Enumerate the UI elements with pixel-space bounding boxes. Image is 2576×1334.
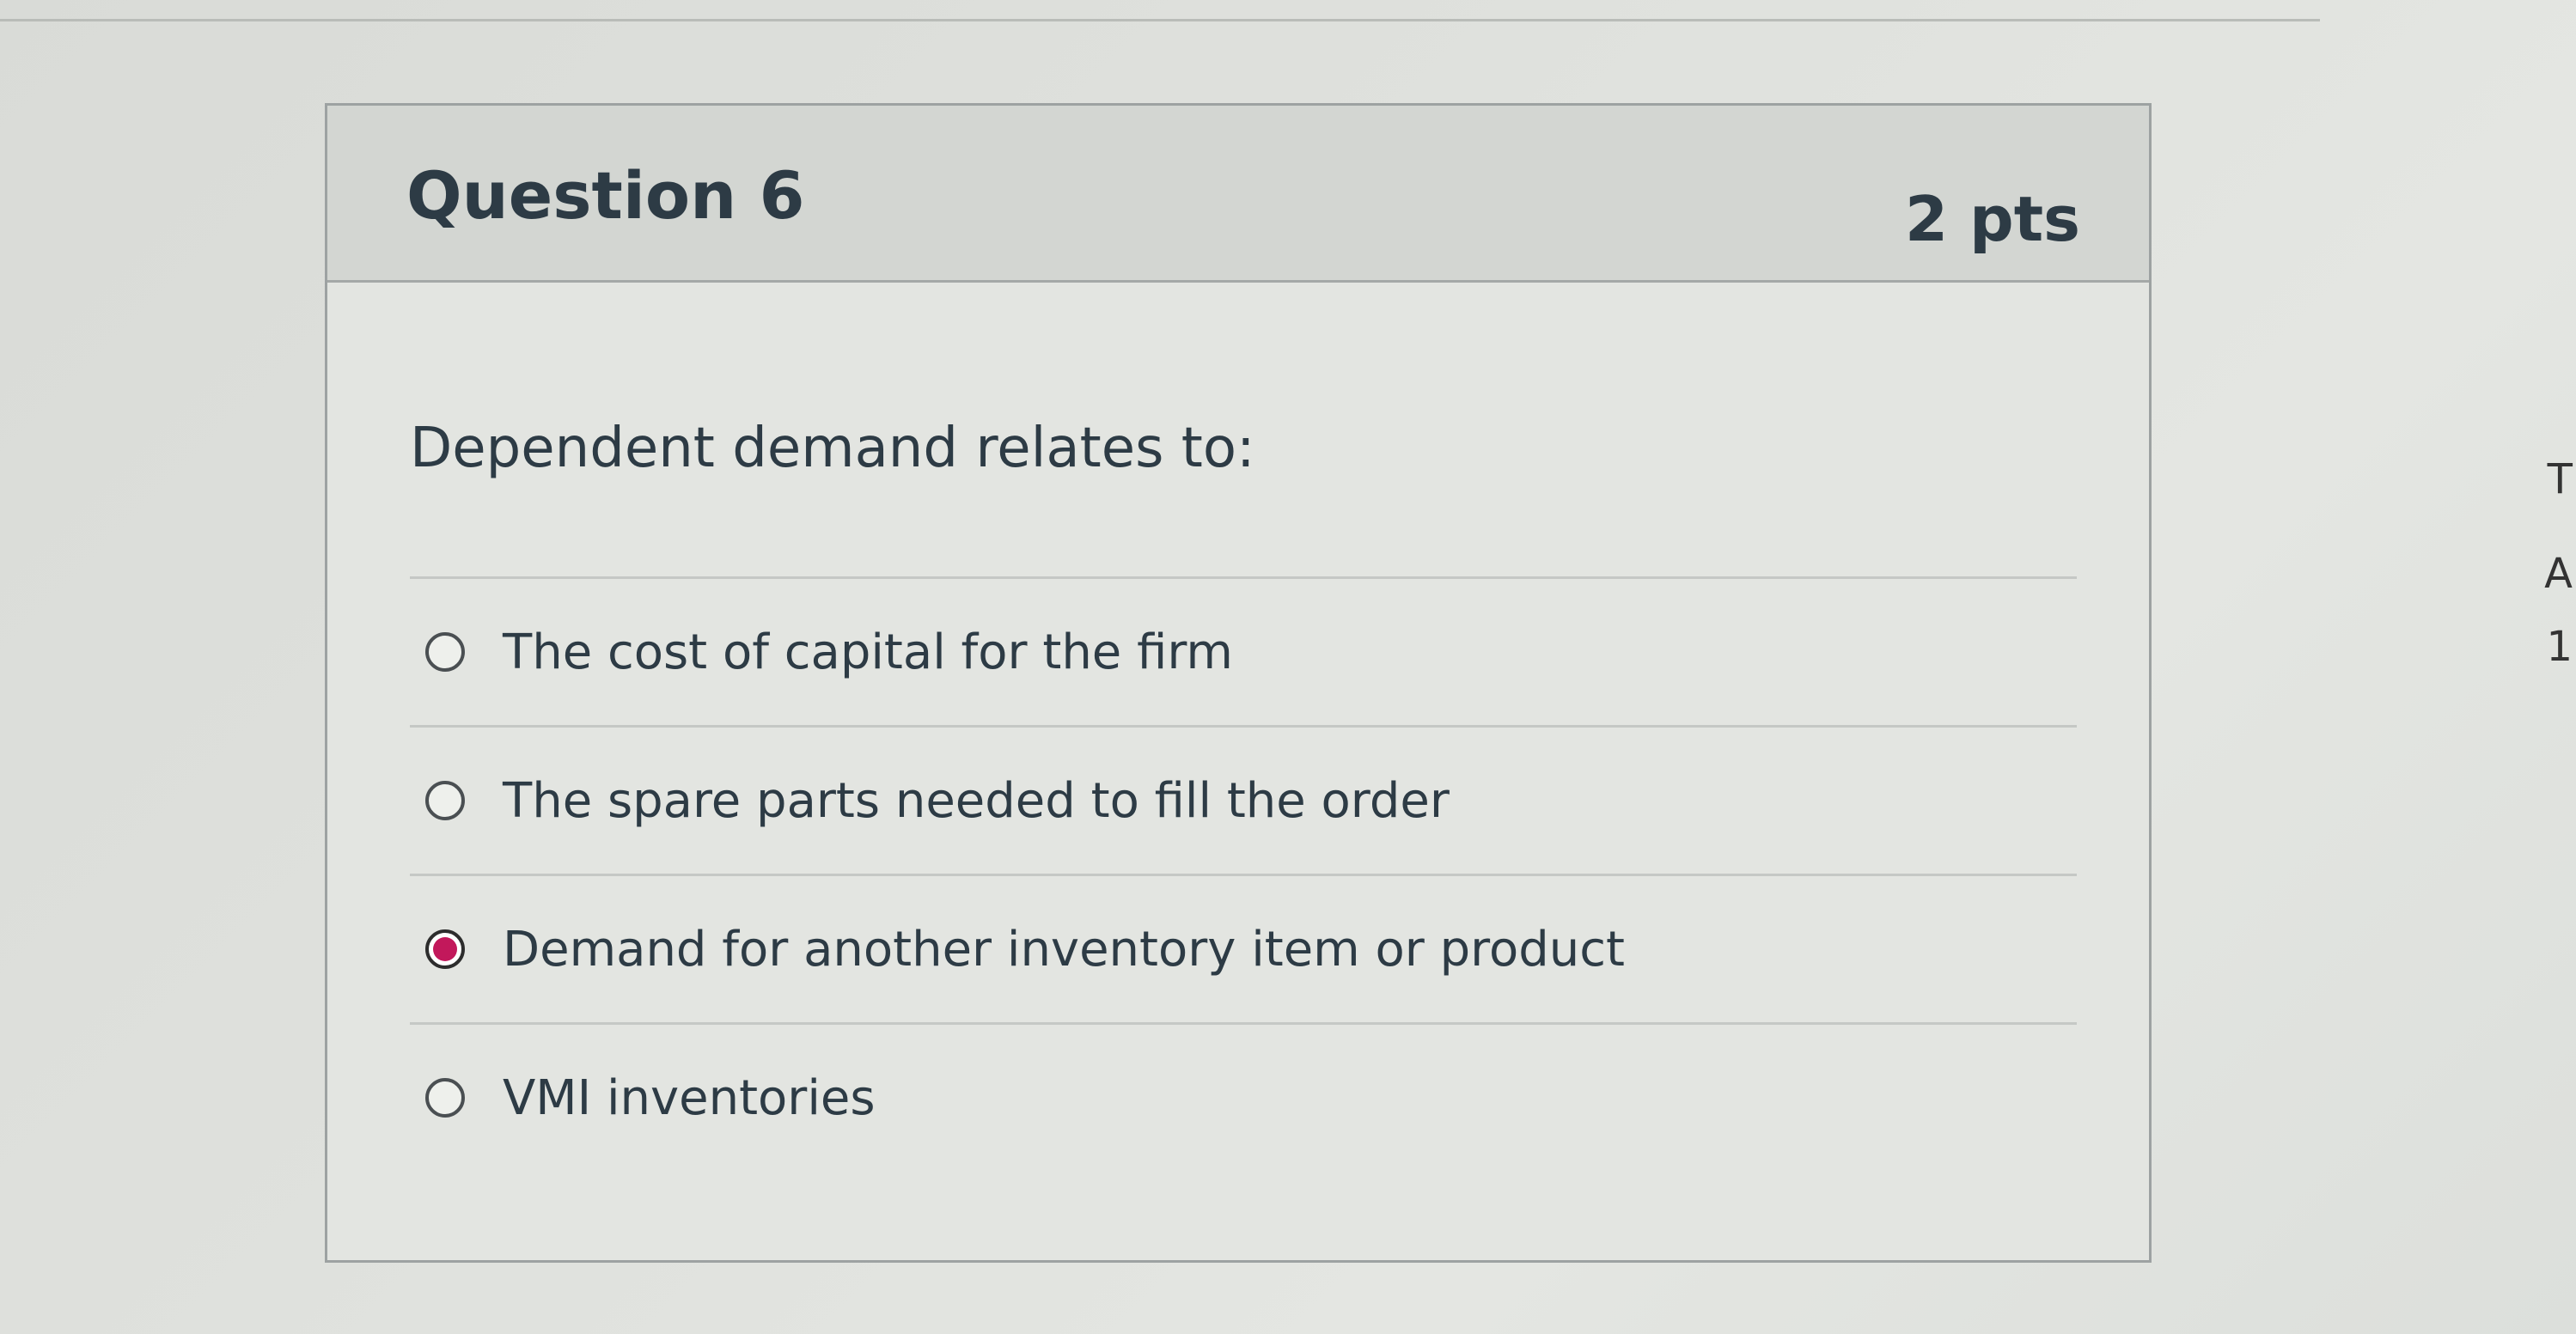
radio-button-icon[interactable]: [425, 1078, 465, 1118]
answer-option-3[interactable]: Demand for another inventory item or pro…: [410, 876, 2077, 1022]
answer-option-4[interactable]: VMI inventories: [410, 1025, 2077, 1171]
answer-label[interactable]: Demand for another inventory item or pro…: [503, 922, 1625, 978]
top-divider: [0, 19, 2320, 21]
radio-button-icon[interactable]: [425, 632, 465, 672]
answer-option-1[interactable]: The cost of capital for the firm: [410, 579, 2077, 725]
question-points: 2 pts: [1905, 183, 2080, 255]
answer-label[interactable]: VMI inventories: [503, 1070, 876, 1126]
question-prompt: Dependent demand relates to:: [410, 417, 1255, 480]
edge-text-fragment: 1: [2546, 623, 2573, 671]
radio-button-icon[interactable]: [425, 781, 465, 820]
radio-button-selected-icon[interactable]: [425, 929, 465, 969]
answer-label[interactable]: The cost of capital for the firm: [503, 624, 1233, 680]
question-title: Question 6: [406, 157, 805, 234]
question-header: Question 6 2 pts: [327, 106, 2149, 283]
question-card: Question 6 2 pts Dependent demand relate…: [325, 103, 2152, 1263]
answer-list: The cost of capital for the firm The spa…: [410, 576, 2077, 1171]
answer-label[interactable]: The spare parts needed to fill the order: [503, 773, 1450, 829]
edge-text-fragment: A: [2544, 550, 2573, 598]
answer-option-2[interactable]: The spare parts needed to fill the order: [410, 728, 2077, 874]
edge-text-fragment: T: [2547, 455, 2573, 503]
